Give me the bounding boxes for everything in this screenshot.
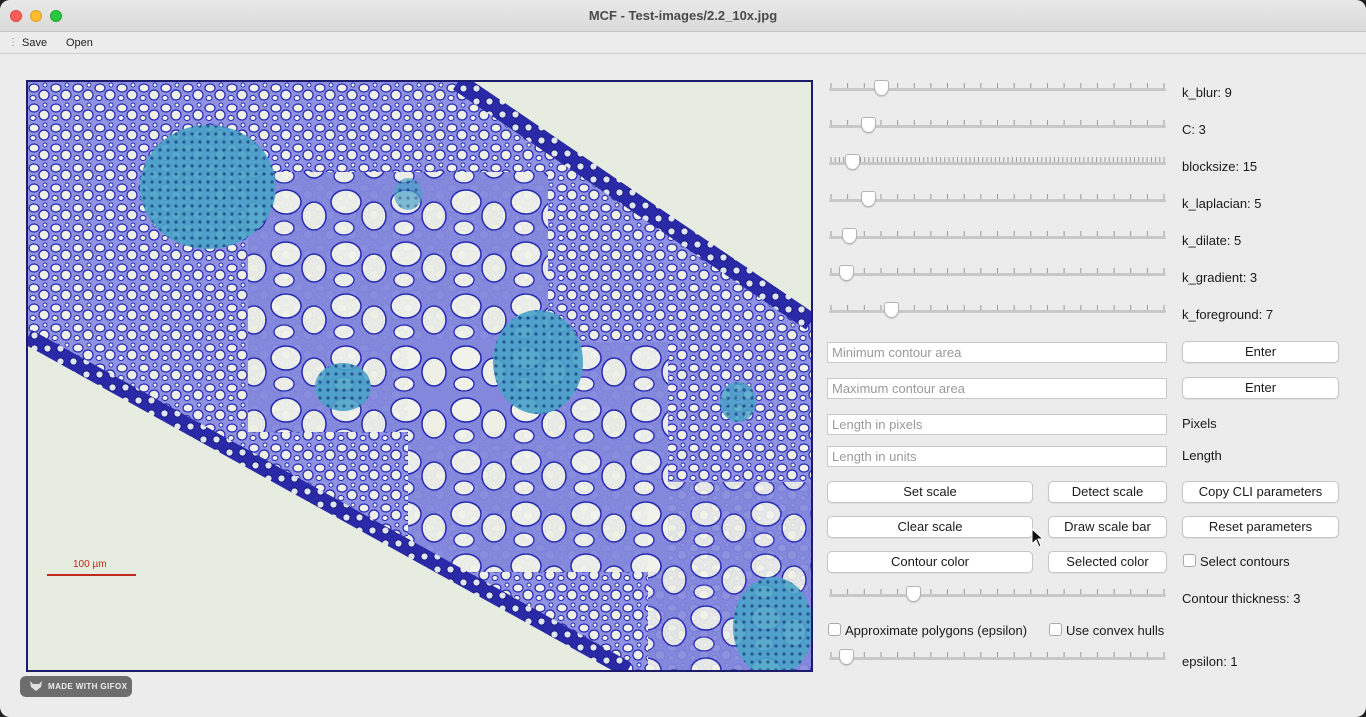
slider-thumb[interactable] <box>906 586 922 602</box>
k-gradient-label: k_gradient: 3 <box>1182 270 1258 285</box>
length-in-units-input[interactable] <box>827 446 1167 467</box>
k-laplacian-label: k_laplacian: 5 <box>1182 196 1262 211</box>
slider-thumb[interactable] <box>838 649 854 665</box>
set-scale-button[interactable]: Set scale <box>827 481 1033 503</box>
k-dilate-slider[interactable] <box>829 225 1166 249</box>
maximum-contour-area-input[interactable] <box>827 378 1167 399</box>
enter-min-contour-button[interactable]: Enter <box>1182 341 1339 363</box>
gifox-watermark: MADE WITH GIFOX <box>20 676 132 697</box>
c-slider[interactable] <box>829 114 1166 138</box>
slider-thumb[interactable] <box>861 191 877 207</box>
open-button[interactable]: Open <box>66 37 93 49</box>
use-convex-hulls-label: Use convex hulls <box>1066 623 1165 638</box>
toolbar: ⋮ Save Open <box>0 32 1366 54</box>
enter-max-contour-button[interactable]: Enter <box>1182 377 1339 399</box>
clear-scale-button[interactable]: Clear scale <box>827 516 1033 538</box>
image-canvas[interactable] <box>26 80 813 672</box>
detect-scale-button[interactable]: Detect scale <box>1048 481 1167 503</box>
k-gradient-slider[interactable] <box>829 262 1166 286</box>
minimum-contour-area-input[interactable] <box>827 342 1167 363</box>
approximate-polygons-label: Approximate polygons (epsilon) <box>845 623 1028 638</box>
scalebar-line <box>47 574 136 576</box>
select-contours-label: Select contours <box>1200 554 1290 569</box>
k-foreground-label: k_foreground: 7 <box>1182 307 1274 322</box>
fox-icon <box>30 681 42 691</box>
micrograph-image <box>28 82 811 670</box>
contour-color-button[interactable]: Contour color <box>827 551 1033 573</box>
slider-thumb[interactable] <box>874 80 890 96</box>
slider-thumb[interactable] <box>838 265 854 281</box>
contour-thickness-slider[interactable] <box>829 583 1166 607</box>
reset-parameters-button[interactable]: Reset parameters <box>1182 516 1339 538</box>
save-button[interactable]: Save <box>22 37 47 49</box>
k-blur-slider[interactable] <box>829 77 1166 101</box>
c-label: C: 3 <box>1182 122 1206 137</box>
epsilon-label: epsilon: 1 <box>1182 654 1238 669</box>
selected-color-button[interactable]: Selected color <box>1048 551 1167 573</box>
toolbar-grip-icon: ⋮ <box>8 37 18 48</box>
approximate-polygons-checkbox[interactable] <box>828 623 841 636</box>
scalebar-label: 100 µm <box>73 559 107 570</box>
window-title: MCF - Test-images/2.2_10x.jpg <box>588 8 778 23</box>
draw-scale-bar-button[interactable]: Draw scale bar <box>1048 516 1167 538</box>
slider-thumb[interactable] <box>861 117 877 133</box>
use-convex-hulls-checkbox[interactable] <box>1049 623 1062 636</box>
select-contours-checkbox[interactable] <box>1183 554 1196 567</box>
copy-cli-parameters-button[interactable]: Copy CLI parameters <box>1182 481 1339 503</box>
blocksize-label: blocksize: 15 <box>1182 159 1258 174</box>
slider-thumb[interactable] <box>883 302 899 318</box>
k-dilate-label: k_dilate: 5 <box>1182 233 1242 248</box>
k-blur-label: k_blur: 9 <box>1182 85 1232 100</box>
contour-thickness-label: Contour thickness: 3 <box>1182 591 1301 606</box>
gifox-label: MADE WITH GIFOX <box>48 682 128 691</box>
k-foreground-slider[interactable] <box>829 299 1166 323</box>
slider-thumb[interactable] <box>841 228 857 244</box>
app-window: MCF - Test-images/2.2_10x.jpg ⋮ Save Ope… <box>0 0 1366 717</box>
length-in-pixels-input[interactable] <box>827 414 1167 435</box>
k-laplacian-slider[interactable] <box>829 188 1166 212</box>
blocksize-slider[interactable] <box>829 151 1166 175</box>
title-bar: MCF - Test-images/2.2_10x.jpg <box>0 0 1366 32</box>
epsilon-slider[interactable] <box>829 646 1166 670</box>
mouse-cursor-icon <box>1031 528 1045 548</box>
slider-thumb[interactable] <box>845 154 861 170</box>
pixels-label: Pixels <box>1182 416 1217 431</box>
length-label: Length <box>1182 448 1222 463</box>
